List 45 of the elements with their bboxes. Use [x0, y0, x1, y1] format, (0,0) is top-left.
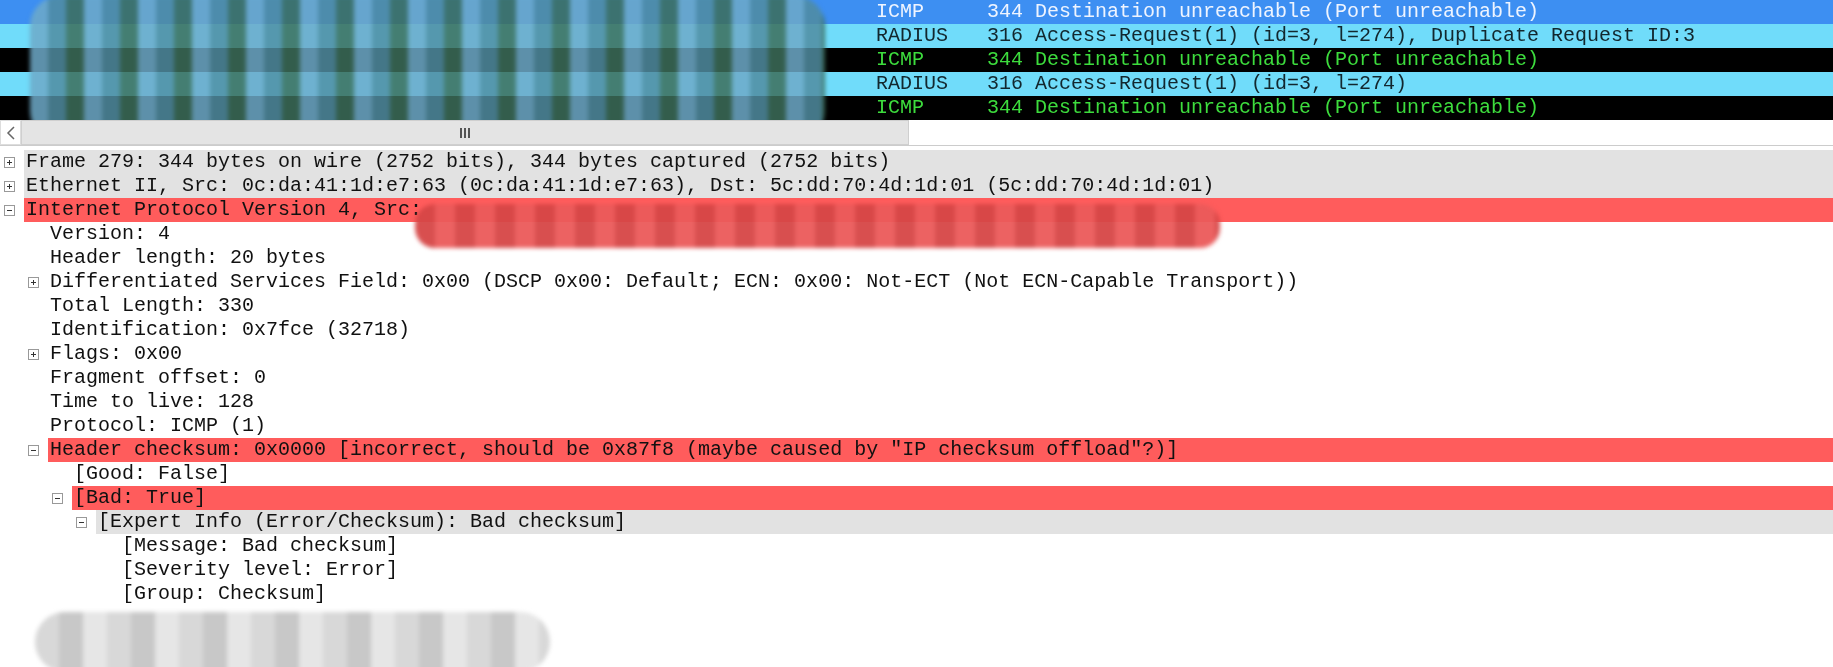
collapse-icon[interactable]	[28, 444, 39, 456]
length-cell: 344	[987, 0, 1023, 24]
tree-item[interactable]: Fragment offset: 0	[48, 366, 267, 390]
tree-item[interactable]: [Bad: True]	[72, 486, 1833, 510]
info-cell: Destination unreachable (Port unreachable)	[1035, 48, 1540, 72]
protocol-cell-text: ICMP	[876, 48, 925, 72]
tree-item[interactable]: Identification: 0x7fce (32718)	[48, 318, 411, 342]
expand-icon[interactable]	[4, 180, 15, 192]
tree-item[interactable]: Frame 279: 344 bytes on wire (2752 bits), 344 bytes captured (2752 bits)	[24, 150, 1833, 174]
scroll-left-button[interactable]	[0, 120, 21, 145]
scrollbar-thumb[interactable]	[21, 120, 909, 145]
protocol-cell-text: RADIUS	[876, 24, 949, 48]
tree-item[interactable]: [Good: False]	[72, 462, 231, 486]
chevron-left-icon	[5, 125, 16, 140]
tree-item[interactable]: [Severity level: Error]	[120, 558, 399, 582]
protocol-cell-text: ICMP	[876, 96, 925, 120]
tree-item[interactable]: Total Length: 330	[48, 294, 255, 318]
protocol-cell-text: RADIUS	[876, 72, 949, 96]
info-cell: Access-Request(1) (id=3, l=274), Duplicate Request ID:3	[1035, 24, 1696, 48]
collapse-icon[interactable]	[4, 204, 15, 216]
tree-item[interactable]: [Group: Checksum]	[120, 582, 327, 606]
grip-icon	[459, 126, 471, 139]
info-cell: Access-Request(1) (id=3, l=274)	[1035, 72, 1408, 96]
expand-icon[interactable]	[28, 276, 39, 288]
collapse-icon[interactable]	[76, 516, 87, 528]
protocol-cell-text: ICMP	[876, 0, 925, 24]
expand-icon[interactable]	[4, 156, 15, 168]
tree-item[interactable]: Flags: 0x00	[48, 342, 183, 366]
tree-item[interactable]: [Expert Info (Error/Checksum): Bad checksum]	[96, 510, 1833, 534]
length-cell: 316	[987, 72, 1023, 96]
tree-item[interactable]: Ethernet II, Src: 0c:da:41:1d:e7:63 (0c:da:41:1d:e7:63), Dst: 5c:dd:70:4d:1d:01 (5c:dd:70:4d:1d:01)	[24, 174, 1833, 198]
length-cell: 344	[987, 96, 1023, 120]
collapse-icon[interactable]	[52, 492, 63, 504]
expand-icon[interactable]	[28, 348, 39, 360]
tree-item[interactable]: Differentiated Services Field: 0x00 (DSCP 0x00: Default; ECN: 0x00: Not-ECT (Not ECN-Capable Transport))	[48, 270, 1299, 294]
tree-item[interactable]: Protocol: ICMP (1)	[48, 414, 267, 438]
info-cell: Destination unreachable (Port unreachable)	[1035, 96, 1540, 120]
length-cell: 316	[987, 24, 1023, 48]
tree-item[interactable]: [Message: Bad checksum]	[120, 534, 399, 558]
tree-item[interactable]: Header checksum: 0x0000 [incorrect, should be 0x87f8 (maybe caused by "IP checksum offload"?)]	[48, 438, 1833, 462]
info-cell: Destination unreachable (Port unreachable)	[1035, 0, 1540, 24]
tree-item[interactable]: Header length: 20 bytes	[48, 246, 327, 270]
tree-item[interactable]: Version: 4	[48, 222, 171, 246]
length-cell: 344	[987, 48, 1023, 72]
tree-item[interactable]: Time to live: 128	[48, 390, 255, 414]
